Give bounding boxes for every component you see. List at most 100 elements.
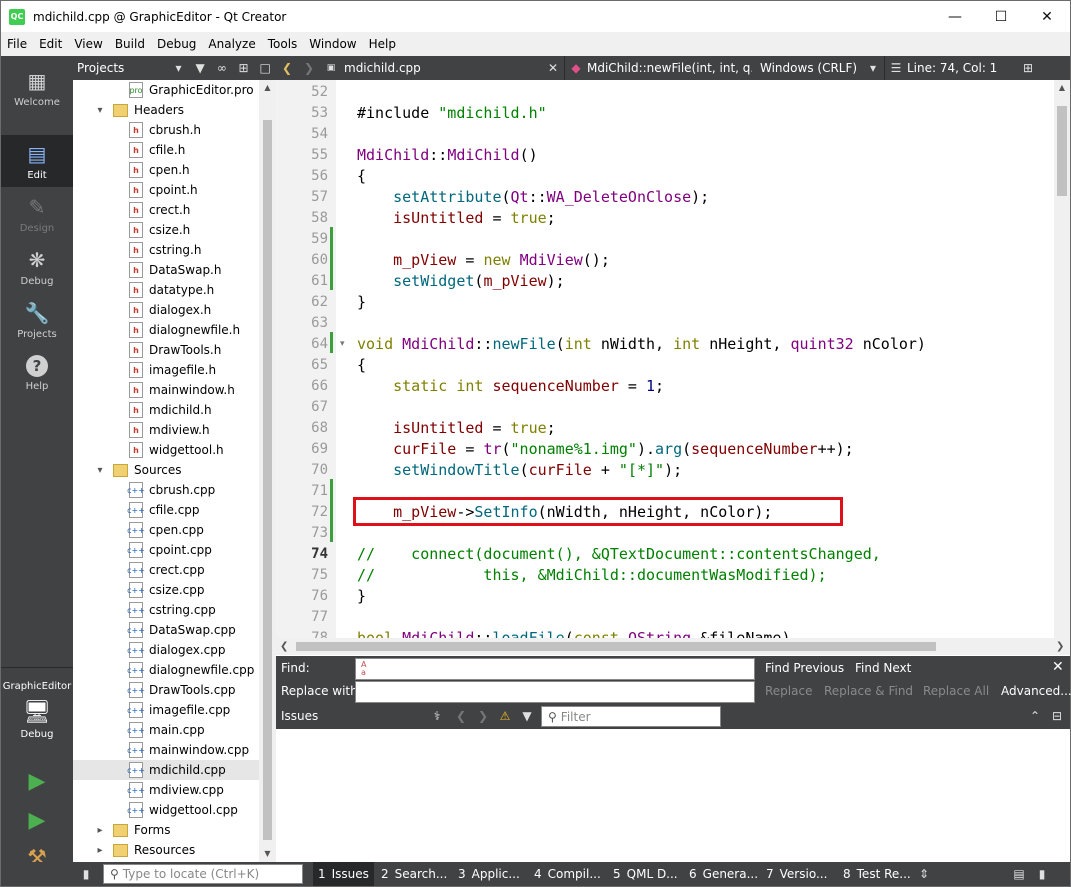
- close-pane-icon[interactable]: ⊟: [1046, 704, 1068, 728]
- project-tree-scrollbar[interactable]: ▲ ▼: [259, 80, 276, 862]
- tree-item[interactable]: h dialogex.h: [73, 300, 211, 320]
- tree-item[interactable]: h mdiview.h: [73, 420, 210, 440]
- tree-item[interactable]: c++ cbrush.cpp: [73, 480, 215, 500]
- close-pane-icon[interactable]: □: [254, 56, 276, 80]
- editor-horizontal-scrollbar[interactable]: ❮ ❯: [276, 638, 1070, 655]
- tree-item[interactable]: h DataSwap.h: [73, 260, 221, 280]
- close-icon[interactable]: ✕: [1024, 1, 1070, 32]
- cursor-position[interactable]: Line: 74, Col: 1: [907, 61, 1017, 75]
- tree-item[interactable]: c++ cstring.cpp: [73, 600, 216, 620]
- next-icon[interactable]: ❯: [472, 704, 494, 728]
- more-panes-icon[interactable]: ⇕: [913, 862, 935, 886]
- output-pane-button[interactable]: 2 Search...: [376, 862, 452, 886]
- chevron-down-icon[interactable]: ▾: [93, 105, 107, 116]
- tree-item[interactable]: c++ cpoint.cpp: [73, 540, 212, 560]
- tree-item[interactable]: h DrawTools.h: [73, 340, 221, 360]
- tree-item[interactable]: c++ widgettool.cpp: [73, 800, 238, 820]
- scroll-right-icon[interactable]: ❯: [1056, 638, 1064, 655]
- split-icon[interactable]: ⊞: [1017, 56, 1039, 80]
- tree-item[interactable]: h dialognewfile.h: [73, 320, 240, 340]
- menu-edit[interactable]: Edit: [33, 37, 68, 51]
- clean-icon[interactable]: ⚕: [426, 704, 448, 728]
- scroll-thumb[interactable]: [1057, 106, 1067, 196]
- scroll-left-icon[interactable]: ❮: [280, 638, 288, 655]
- menu-build[interactable]: Build: [109, 37, 151, 51]
- toggle-sidebar-icon[interactable]: ▮: [75, 862, 97, 886]
- tree-item[interactable]: c++ mainwindow.cpp: [73, 740, 249, 760]
- output-pane-button[interactable]: 1 Issues: [313, 862, 374, 886]
- scroll-down-icon[interactable]: ▼: [259, 846, 276, 862]
- tree-item[interactable]: h cpoint.h: [73, 180, 198, 200]
- scroll-up-icon[interactable]: ▲: [259, 80, 276, 96]
- scroll-thumb[interactable]: [263, 120, 272, 840]
- tree-item[interactable]: ▸ Resources: [73, 840, 195, 860]
- output-pane-button[interactable]: 7 Versio...: [761, 862, 832, 886]
- find-input[interactable]: Aa: [355, 658, 755, 680]
- filter-icon[interactable]: ▼: [189, 56, 211, 80]
- tree-item[interactable]: c++ cpen.cpp: [73, 520, 204, 540]
- issues-filter-input[interactable]: ⚲ Filter: [541, 706, 721, 727]
- tree-item[interactable]: c++ dialogex.cpp: [73, 640, 226, 660]
- code-editor[interactable]: #include "mdichild.h" MdiChild::MdiChild(…: [336, 80, 1054, 638]
- prev-icon[interactable]: ❮: [450, 704, 472, 728]
- scroll-thumb[interactable]: [296, 642, 936, 651]
- maximize-icon[interactable]: ☐: [978, 1, 1024, 32]
- menu-analyze[interactable]: Analyze: [202, 37, 261, 51]
- mode-edit[interactable]: ▤ Edit: [1, 135, 73, 187]
- replace-input[interactable]: [355, 681, 755, 703]
- tree-item[interactable]: h widgettool.h: [73, 440, 224, 460]
- editor-vertical-scrollbar[interactable]: ▲: [1054, 80, 1070, 638]
- menu-file[interactable]: File: [1, 37, 33, 51]
- output-pane-button[interactable]: 8 Test Re...: [838, 862, 916, 886]
- tree-item[interactable]: h datatype.h: [73, 280, 214, 300]
- tree-item[interactable]: c++ mdichild.cpp: [73, 760, 259, 780]
- tree-item[interactable]: c++ csize.cpp: [73, 580, 205, 600]
- find-next-button[interactable]: Find Next: [855, 661, 911, 675]
- locator-input[interactable]: ⚲ Type to locate (Ctrl+K): [103, 864, 303, 884]
- scroll-up-icon[interactable]: ▲: [1054, 80, 1070, 96]
- tree-item[interactable]: c++ cfile.cpp: [73, 500, 200, 520]
- tree-item[interactable]: h imagefile.h: [73, 360, 216, 380]
- menu-tools[interactable]: Tools: [262, 37, 304, 51]
- tree-item[interactable]: c++ main.cpp: [73, 720, 205, 740]
- symbol-select[interactable]: MdiChild::newFile(int, int, q...: [587, 61, 752, 75]
- dropdown-arrow-icon[interactable]: ▾: [168, 56, 190, 80]
- split-icon[interactable]: ⊞: [233, 56, 255, 80]
- mode-debug[interactable]: ❋ Debug: [1, 241, 73, 293]
- tree-item[interactable]: h mdichild.h: [73, 400, 212, 420]
- mode-welcome[interactable]: ▦ Welcome: [1, 62, 73, 114]
- tree-item[interactable]: h csize.h: [73, 220, 190, 240]
- link-icon[interactable]: ∞: [211, 56, 233, 80]
- chevron-right-icon[interactable]: ▸: [93, 825, 107, 836]
- menu-window[interactable]: Window: [303, 37, 362, 51]
- close-find-icon[interactable]: ✕: [1052, 659, 1064, 675]
- tree-item[interactable]: c++ DataSwap.cpp: [73, 620, 236, 640]
- encoding-select[interactable]: Windows (CRLF): [752, 61, 862, 75]
- tree-item[interactable]: ▾ Sources: [73, 460, 181, 480]
- output-pane-button[interactable]: 4 Compil...: [529, 862, 606, 886]
- forward-arrow-icon[interactable]: ❯: [298, 56, 320, 80]
- tree-item[interactable]: h cpen.h: [73, 160, 190, 180]
- menu-view[interactable]: View: [68, 37, 108, 51]
- chevron-down-icon[interactable]: ▾: [93, 465, 107, 476]
- mode-help[interactable]: ? Help: [1, 347, 73, 399]
- minimize-icon[interactable]: —: [932, 1, 978, 32]
- advanced-button[interactable]: Advanced...: [1001, 684, 1071, 698]
- chevron-right-icon[interactable]: ▸: [93, 845, 107, 856]
- tree-item[interactable]: h mainwindow.h: [73, 380, 235, 400]
- run-icon[interactable]: ▶: [25, 769, 49, 794]
- tree-item[interactable]: h cbrush.h: [73, 120, 201, 140]
- tree-item[interactable]: ▸ Forms: [73, 820, 170, 840]
- tree-item[interactable]: h crect.h: [73, 200, 190, 220]
- menu-debug[interactable]: Debug: [151, 37, 202, 51]
- tree-item[interactable]: ▾ Headers: [73, 100, 183, 120]
- menu-help[interactable]: Help: [363, 37, 402, 51]
- tree-item[interactable]: h cstring.h: [73, 240, 201, 260]
- output-pane-button[interactable]: 6 Genera...: [684, 862, 763, 886]
- toggle-right-sidebar-icon[interactable]: ▮: [1031, 862, 1053, 886]
- maximize-pane-icon[interactable]: ⌃: [1024, 704, 1046, 728]
- close-document-icon[interactable]: ✕: [542, 56, 564, 80]
- tree-item[interactable]: c++ dialognewfile.cpp: [73, 660, 254, 680]
- debug-run-icon[interactable]: ▶: [25, 808, 49, 833]
- find-previous-button[interactable]: Find Previous: [765, 661, 844, 675]
